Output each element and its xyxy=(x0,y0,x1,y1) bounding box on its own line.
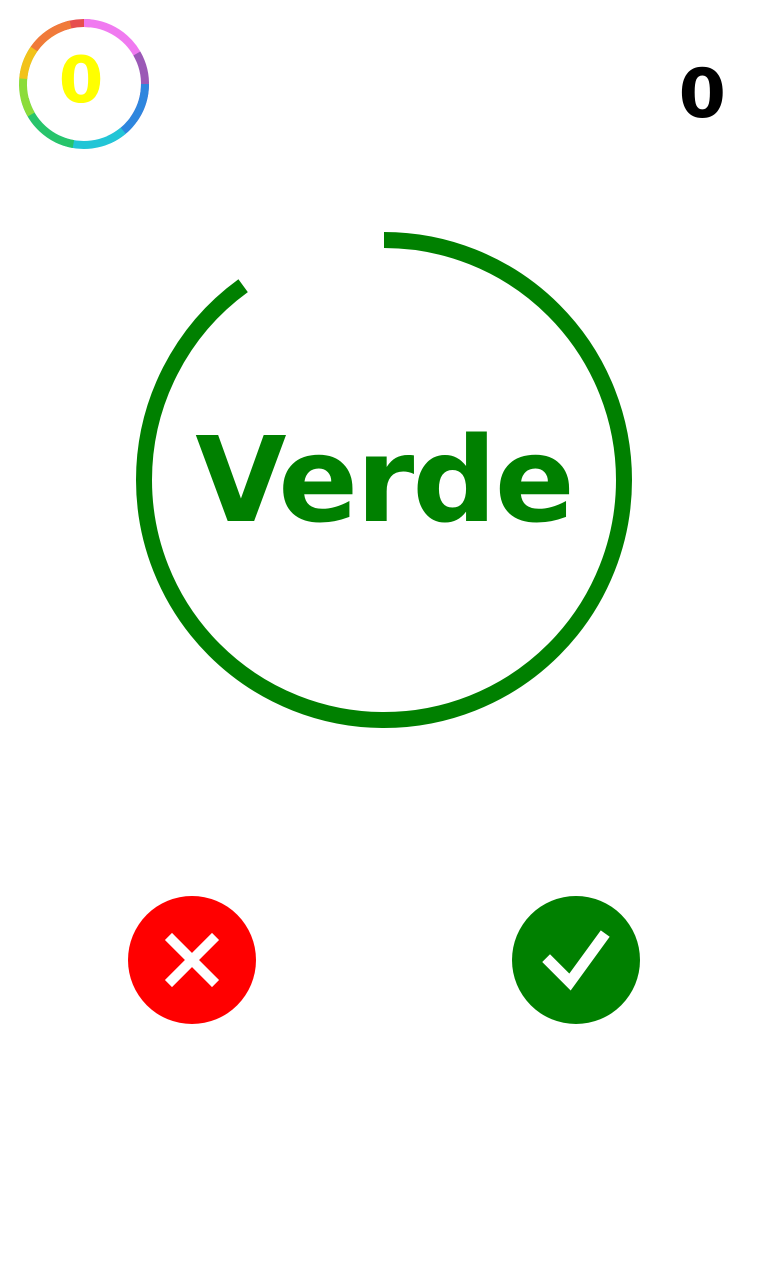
correct-button[interactable] xyxy=(512,896,640,1024)
badge-value: 0 xyxy=(58,44,104,118)
countdown-ring: Verde xyxy=(128,224,640,736)
color-word: Verde xyxy=(195,411,575,549)
check-icon xyxy=(512,896,640,1024)
wrong-button[interactable] xyxy=(128,896,256,1024)
cross-icon xyxy=(128,896,256,1024)
rainbow-badge: 0 xyxy=(17,17,151,151)
score-counter: 0 xyxy=(678,55,726,134)
